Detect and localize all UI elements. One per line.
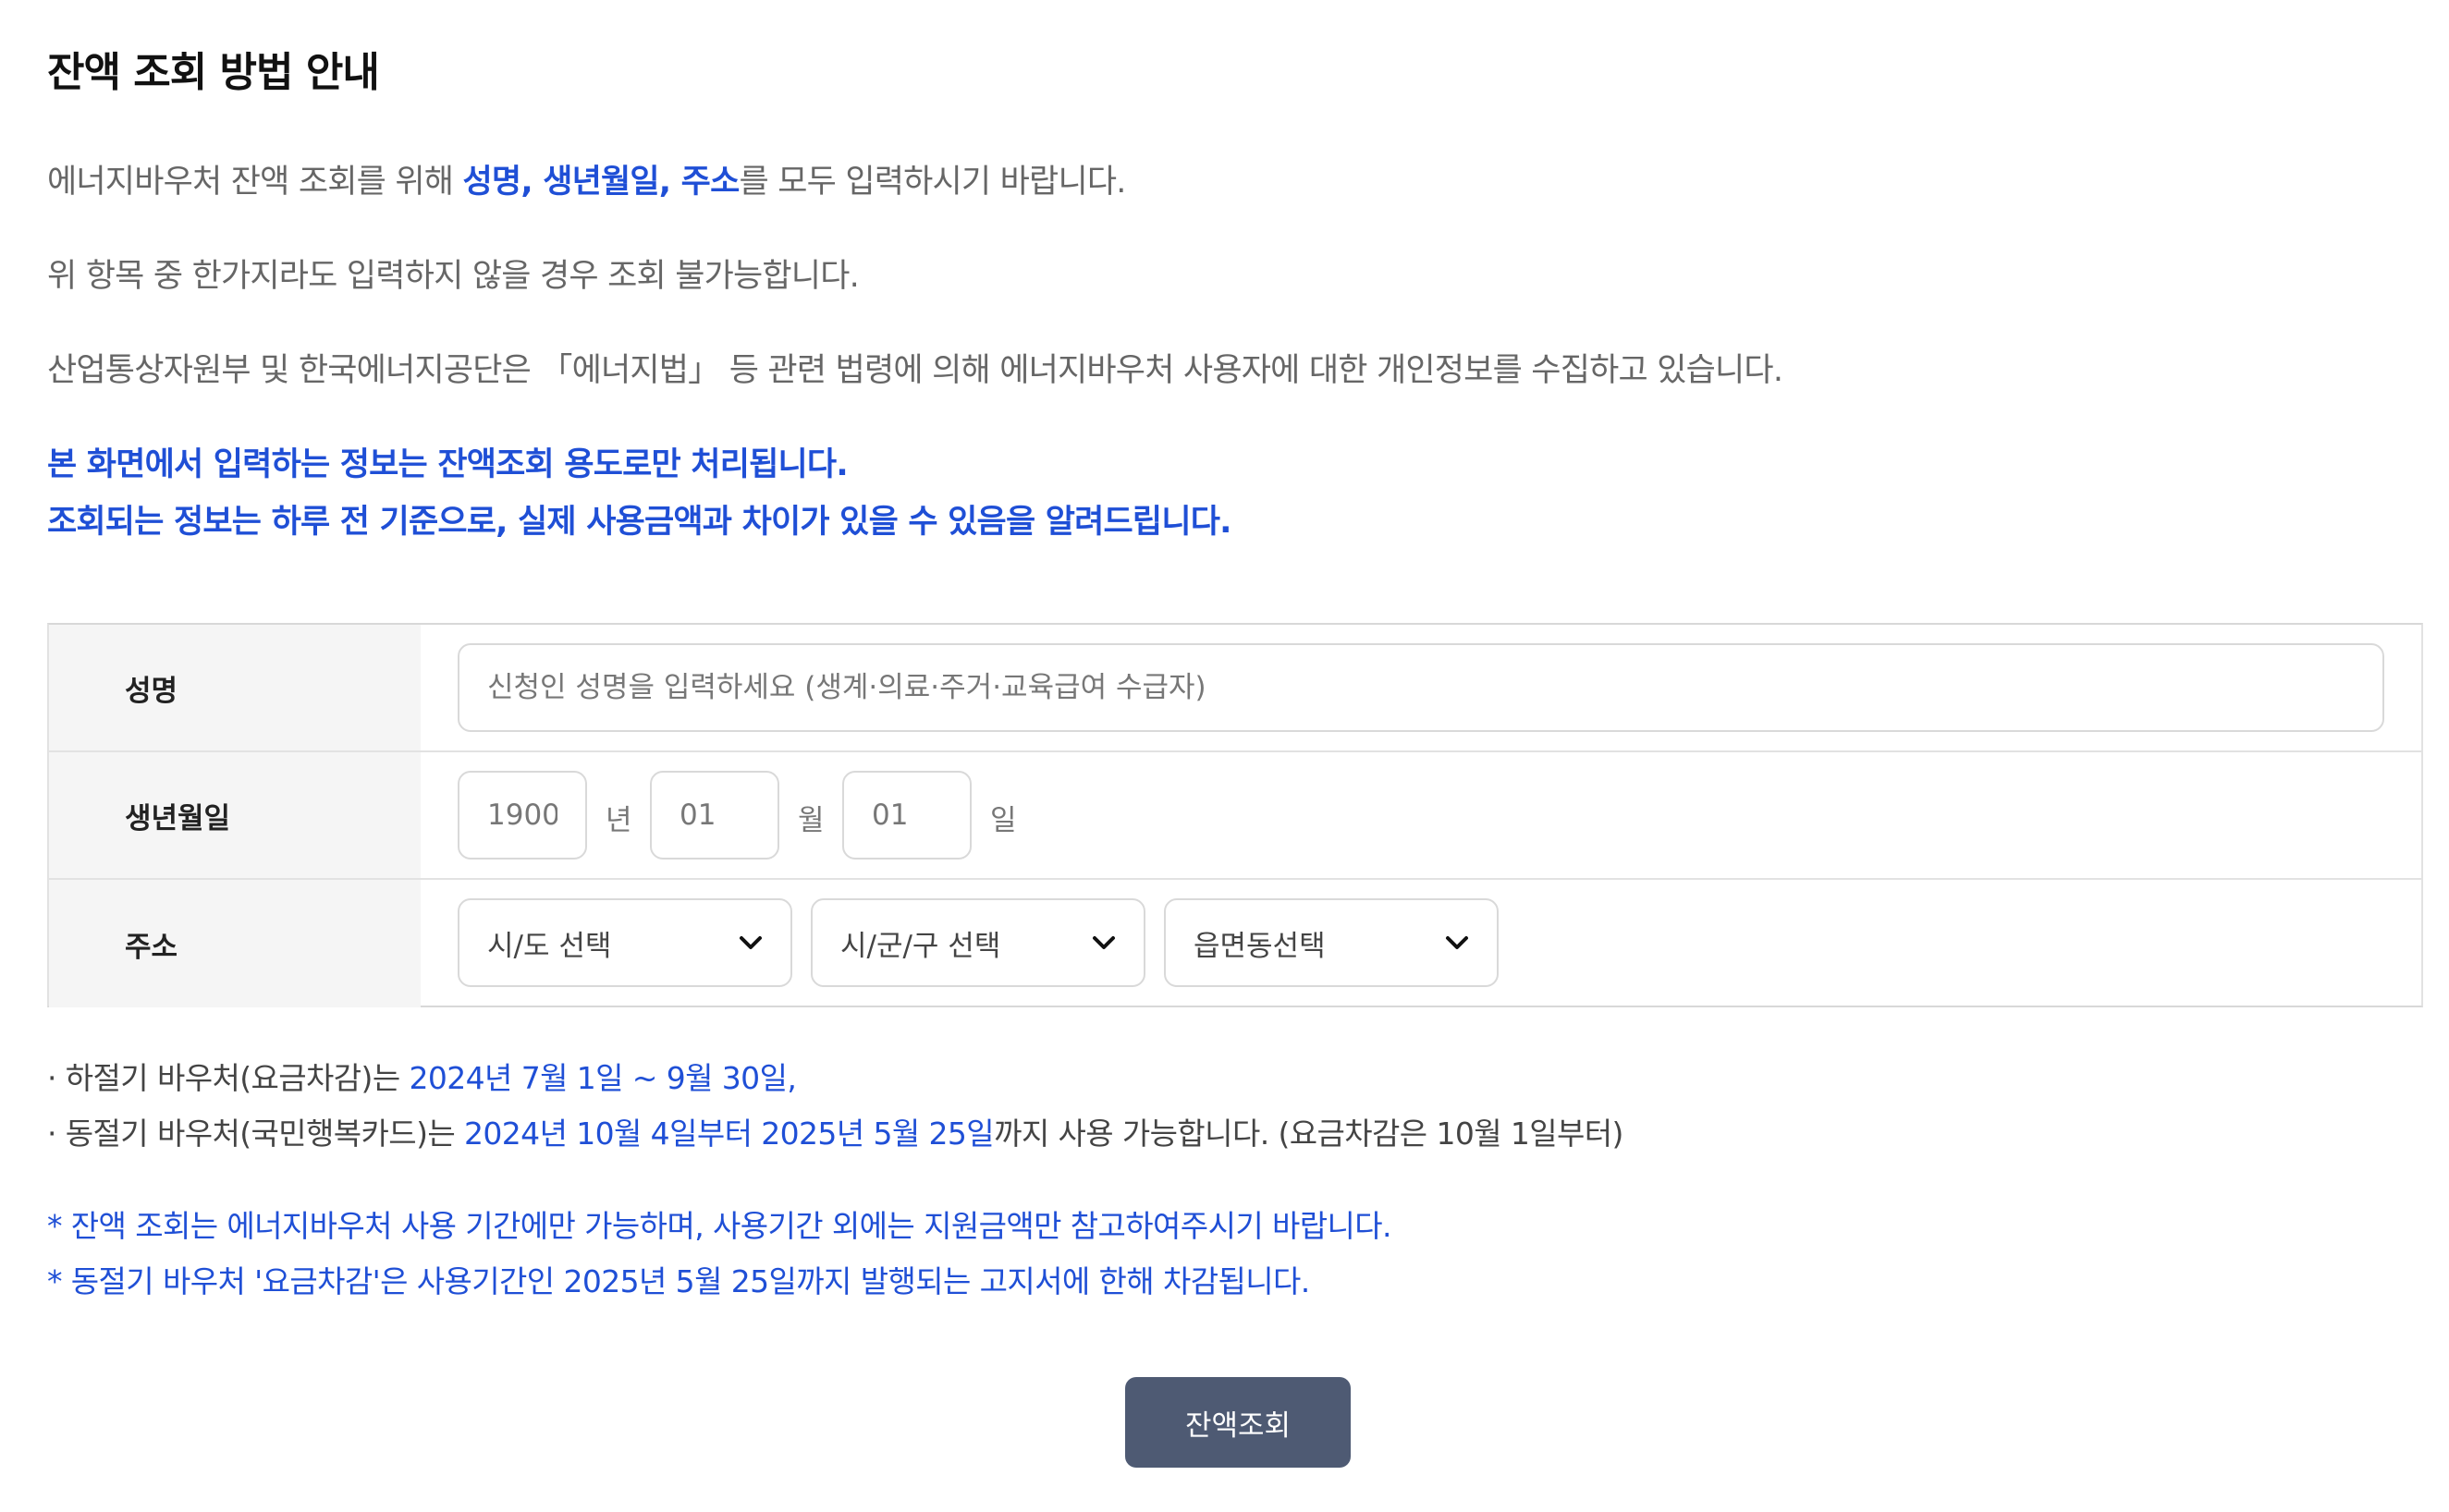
birth-year-input[interactable] — [458, 771, 587, 860]
guide-data-basis: 조회되는 정보는 하루 전 기준으로, 실제 사용금액과 차이가 있을 수 있음… — [47, 504, 1231, 541]
notice-winter-period: 2024년 10월 4일부터 2025년 5월 25일 — [464, 1116, 995, 1152]
notice-summer-voucher: · 하절기 바우처(요금차감)는 2024년 7월 1일 ~ 9월 30일, — [47, 1054, 797, 1098]
notice-winter-post: 까지 사용 가능합니다. (요금차감은 10월 1일부터) — [994, 1116, 1623, 1152]
notice-winter-deduction: * 동절기 바우처 '요금차감'은 사용기간인 2025년 5월 25일까지 발… — [47, 1263, 1310, 1299]
chevron-down-icon — [1446, 936, 1468, 949]
notice-winter-pre: · 동절기 바우처(국민행복카드)는 — [47, 1116, 464, 1152]
sigungu-select-value: 시/군/구 선택 — [840, 929, 1001, 963]
guide-required-fields: 에너지바우처 잔액 조회를 위해 성명, 생년월일, 주소를 모두 입력하시기 … — [47, 155, 1126, 202]
eupmyeondong-select-value: 읍면동선택 — [1194, 929, 1326, 963]
birth-month-unit: 월 — [798, 804, 825, 837]
inquiry-form: 성명 생년월일 년 월 일 주소 시/도 선택 — [47, 623, 2423, 1007]
sido-select-value: 시/도 선택 — [487, 929, 612, 963]
address-label: 주소 — [49, 880, 421, 1007]
guide-incomplete-warning: 위 항목 중 한가지라도 입력하지 않을 경우 조회 불가능합니다. — [47, 258, 860, 295]
guide-usage-purpose: 본 화면에서 입력하는 정보는 잔액조회 용도로만 처리됩니다. — [47, 446, 849, 483]
name-input[interactable] — [458, 643, 2384, 732]
guide-required-post: 를 모두 입력하시기 바랍니다. — [739, 164, 1126, 201]
birth-day-input[interactable] — [842, 771, 972, 860]
guide-privacy-notice: 산업통상자원부 및 한국에너지공단은 「에너지법」 등 관련 법령에 의해 에너… — [47, 352, 1783, 389]
birth-cell: 년 월 일 — [421, 752, 2421, 878]
form-row-birth: 생년월일 년 월 일 — [49, 752, 2421, 880]
sigungu-select[interactable]: 시/군/구 선택 — [811, 898, 1145, 987]
guide-required-highlight: 성명, 생년월일, 주소 — [462, 164, 741, 201]
birth-day-unit: 일 — [990, 804, 1017, 837]
birth-month-input[interactable] — [650, 771, 779, 860]
balance-inquiry-button[interactable]: 잔액조회 — [1125, 1377, 1351, 1468]
guide-required-pre: 에너지바우처 잔액 조회를 위해 — [47, 164, 463, 201]
eupmyeondong-select[interactable]: 읍면동선택 — [1164, 898, 1499, 987]
form-row-name: 성명 — [49, 625, 2421, 752]
birth-year-unit: 년 — [606, 804, 632, 837]
sido-select[interactable]: 시/도 선택 — [458, 898, 792, 987]
birth-label: 생년월일 — [49, 752, 421, 878]
name-label: 성명 — [49, 625, 421, 750]
name-cell — [421, 625, 2421, 750]
notice-inquiry-period: * 잔액 조회는 에너지바우처 사용 기간에만 가능하며, 사용기간 외에는 지… — [47, 1208, 1392, 1244]
address-cell: 시/도 선택 시/군/구 선택 읍면동선택 — [421, 880, 2421, 1007]
notice-winter-voucher: · 동절기 바우처(국민행복카드)는 2024년 10월 4일부터 2025년 … — [47, 1109, 1623, 1153]
chevron-down-icon — [740, 936, 762, 949]
form-row-address: 주소 시/도 선택 시/군/구 선택 읍면동선택 — [49, 880, 2421, 1007]
page-title: 잔액 조회 방법 안내 — [47, 49, 380, 96]
notice-summer-period: 2024년 7월 1일 ~ 9월 30일, — [409, 1060, 797, 1096]
notice-summer-pre: · 하절기 바우처(요금차감)는 — [47, 1060, 410, 1096]
chevron-down-icon — [1093, 936, 1115, 949]
